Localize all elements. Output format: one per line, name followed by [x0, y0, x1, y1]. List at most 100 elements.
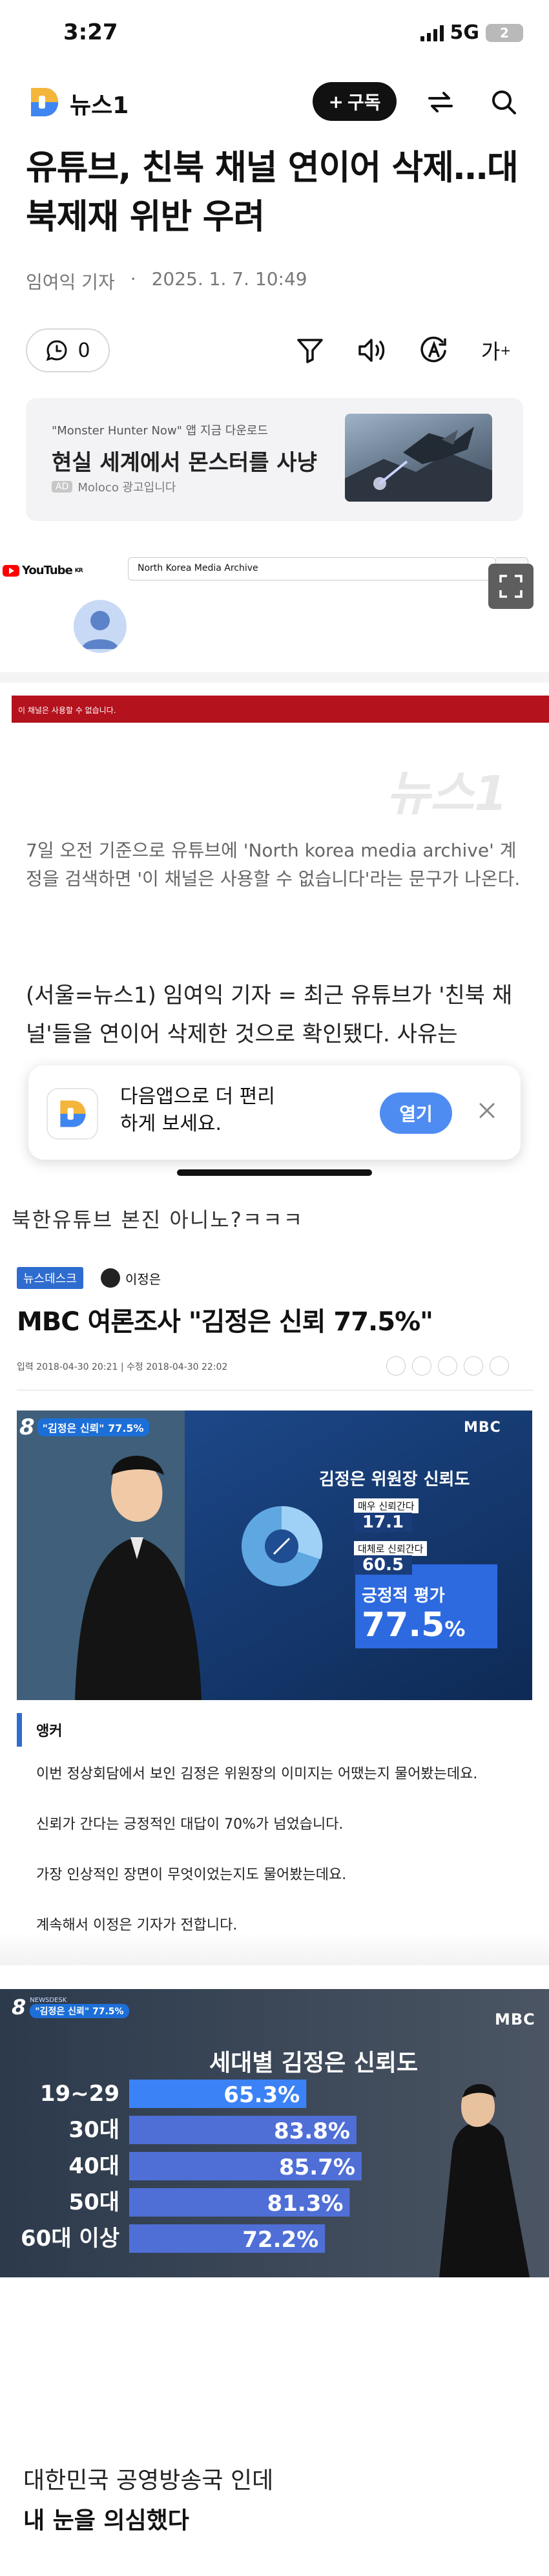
poll-title: 김정은 위원장 신뢰도: [319, 1470, 470, 1489]
fullscreen-icon[interactable]: [488, 564, 533, 609]
section-badge: 뉴스데스크: [17, 1267, 83, 1289]
status-indicators: 5G 2: [420, 21, 523, 44]
anchor-paragraph-4: 계속해서 이정은 기자가 전합니다.: [36, 1917, 238, 1933]
mbc-font-icon: [412, 1356, 431, 1376]
font-size-icon: 가: [481, 339, 501, 364]
mbc-logo-2: MBC: [495, 2010, 535, 2028]
publish-date: 2025. 1. 7. 10:49: [151, 268, 307, 290]
mbc-logo: MBC: [464, 1420, 501, 1436]
daum-app-logo-icon: [47, 1088, 98, 1140]
chart-title: 세대별 김정은 신뢰도: [209, 2050, 419, 2076]
ad-image-monster[interactable]: [345, 414, 492, 502]
positive-label: 긍정적 평가: [362, 1586, 445, 1606]
channel-avatar: [74, 600, 127, 653]
share-icon[interactable]: [422, 84, 459, 120]
anchor-accent-bar: [17, 1713, 22, 1747]
age-trust-chart: 19~29 65.3% 30대 83.8% 40대 85.7% 50대 81.3% 60대 이상…: [0, 1989, 549, 2277]
mbc-article-title: MBC 여론조사 "김정은 신뢰 77.5%": [17, 1307, 433, 1337]
poll-news-image: [17, 1410, 532, 1700]
footer-line-1: 대한민국 공영방송국 인데: [23, 2467, 274, 2494]
battery-icon: 2: [486, 23, 523, 42]
youtube-wordmark: YouTube: [22, 564, 73, 577]
age-trust-chart-image: 19~29 65.3% 30대 83.8% 40대 85.7% 50대 81.3% 60대 이상…: [0, 1989, 549, 2277]
age-value-label-4: 72.2%: [242, 2227, 318, 2253]
open-app-button[interactable]: 열기: [380, 1092, 452, 1134]
mbc-print-icon: [490, 1356, 509, 1376]
age-value-label-1: 83.8%: [274, 2118, 350, 2144]
anchor-paragraph-2: 신뢰가 간다는 긍정적인 대답이 70%가 넘었습니다.: [36, 1816, 344, 1833]
reporter-name: 임여익 기자: [26, 271, 115, 293]
ad-headline[interactable]: 현실 세계에서 몬스터를 사냥: [52, 445, 317, 476]
plus-icon: +: [328, 90, 344, 112]
poll-item-label-2: 대체로 신뢰간다: [354, 1541, 428, 1556]
plus-small-icon: +: [500, 343, 512, 358]
poll-item-value-1: 17.1: [354, 1513, 412, 1532]
positive-value: 77.5: [362, 1606, 445, 1645]
article-title: 유튜브, 친북 채널 연이어 삭제…대북제재 위반 우려: [26, 148, 519, 237]
mbc-reporter: 이정은: [101, 1268, 161, 1288]
subscribe-button[interactable]: + 구독: [313, 82, 397, 121]
comment-count: 0: [78, 339, 90, 362]
age-category-2: 40대: [68, 2153, 119, 2179]
badge-stack-2: NEWSDESK "김정은 신뢰" 77.5%: [30, 1997, 129, 2018]
youtube-region: KR: [74, 567, 83, 574]
age-value-label-2: 85.7%: [279, 2155, 355, 2180]
youtube-search-field: North Korea Media Archive: [128, 557, 496, 580]
youtube-play-icon: [3, 564, 19, 577]
badge-number: 8: [19, 1414, 35, 1440]
anchor-paragraph-1: 이번 정상회담에서 보인 김정은 위원장의 이미지는 어땠는지 물어봤는데요.: [36, 1766, 478, 1782]
close-icon[interactable]: [475, 1099, 499, 1122]
badge-small-2: NEWSDESK: [30, 1996, 67, 2004]
comment-icon: [47, 340, 67, 361]
banner-message: 다음앱으로 더 편리하게 보세요.: [120, 1085, 275, 1135]
mbc-bookmark-icon: [438, 1356, 457, 1376]
badge-text: "김정은 신뢰" 77.5%: [37, 1418, 149, 1436]
byline: 임여익 기자 · 2025. 1. 7. 10:49: [26, 268, 307, 294]
ad-app-line: "Monster Hunter Now" 앱 지금 다운로드: [52, 424, 269, 438]
comment-button[interactable]: 0: [26, 328, 110, 372]
post-comment-line: 북한유튜브 본진 아니노?ㅋㅋㅋ: [12, 1208, 304, 1232]
channel-unavailable-banner: 이 채널은 사용할 수 없습니다.: [12, 696, 549, 723]
newsdesk-badge-2: 8 NEWSDESK "김정은 신뢰" 77.5%: [12, 1995, 129, 2019]
signal-icon: [420, 25, 444, 41]
byline-separator: ·: [130, 268, 136, 290]
anchor-paragraph-3: 가장 인상적인 장면이 무엇이었는지도 물어봤는데요.: [36, 1867, 347, 1883]
audio-icon[interactable]: [353, 331, 391, 370]
summary-icon[interactable]: [291, 331, 329, 370]
subscribe-label: 구독: [347, 92, 381, 113]
age-value-label-0: 65.3%: [223, 2082, 300, 2108]
translate-icon[interactable]: [415, 331, 453, 370]
news1-logo-icon[interactable]: [26, 84, 62, 120]
ad-tag: AD: [52, 481, 73, 493]
mbc-reporter-name: 이정은: [125, 1271, 161, 1287]
mbc-share-icon: [386, 1356, 406, 1376]
news1-watermark: 뉴스1: [386, 766, 508, 822]
mbc-article-dates: 입력 2018-04-30 20:21 | 수정 2018-04-30 22:0…: [17, 1362, 228, 1372]
app-title: 뉴스1: [70, 92, 129, 119]
poll-item-label-1: 매우 신뢰간다: [354, 1498, 419, 1513]
positive-percent: %: [444, 1617, 466, 1641]
anchor-fade: [0, 1933, 549, 1965]
network-type: 5G: [450, 21, 480, 44]
age-category-4: 60대 이상: [21, 2226, 119, 2251]
screenshot-divider: [0, 672, 549, 683]
age-value-label-3: 81.3%: [267, 2191, 343, 2217]
poll-item-value-2: 60.5: [354, 1555, 412, 1575]
anchor-label: 앵커: [36, 1723, 63, 1740]
footer-line-2: 내 눈을 의심했다: [23, 2507, 189, 2534]
article-body: (서울=뉴스1) 임여익 기자 = 최근 유튜브가 '친북 채널'들을 연이어 …: [26, 983, 513, 1047]
search-icon[interactable]: [486, 84, 522, 120]
newsdesk-badge: 8 "김정은 신뢰" 77.5%: [19, 1414, 149, 1440]
ad-source-text: Moloco 광고입니다: [78, 481, 176, 495]
font-size-button[interactable]: 가 +: [477, 331, 515, 370]
home-indicator: [177, 1169, 372, 1176]
image-caption: 7일 오전 기준으로 유튜브에 'North korea media archi…: [26, 840, 521, 889]
positive-value-wrap: 77.5 %: [362, 1606, 465, 1645]
reporter-avatar: [101, 1268, 120, 1288]
status-time: 3:27: [63, 19, 118, 45]
age-category-0: 19~29: [40, 2081, 119, 2107]
mbc-link-icon: [464, 1356, 483, 1376]
mbc-toolbar: [386, 1356, 509, 1376]
ad-source: AD Moloco 광고입니다: [52, 478, 176, 495]
age-category-1: 30대: [68, 2117, 119, 2143]
